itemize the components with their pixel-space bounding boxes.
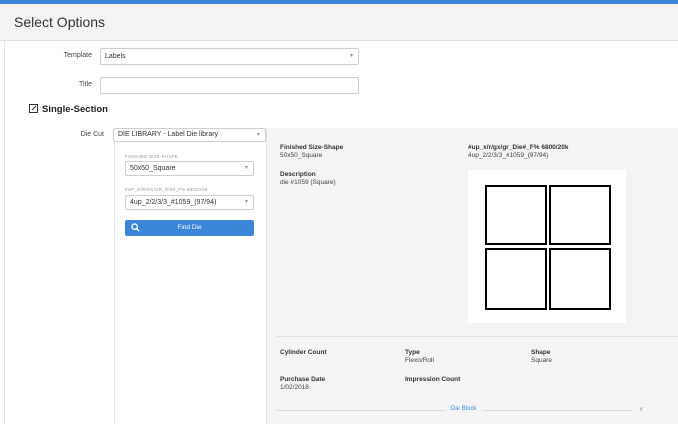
purchase-date-heading: Purchase Date [280,376,326,383]
die-layout-preview [468,170,626,323]
die-heading: #up_x/r/gx/gr_Die#_F% 6800/20k [468,144,569,151]
page-title: Select Options [14,14,106,30]
die-library-select[interactable]: DIE LIBRARY - Label Die library ▾ [113,128,266,142]
template-value: Labels [105,53,126,60]
finished-size-value: 50x50_Square [280,152,323,159]
chevron-down-icon: ▾ [256,132,260,138]
type-value: Flexo/Roll [405,357,434,364]
die-select-value: 4up_2/2/3/3_#1059_(97/94) [130,199,217,206]
edit-icon [29,104,38,113]
finished-size-heading: Finished Size-Shape [280,144,344,151]
title-input[interactable] [100,77,359,94]
footer-rule-left [276,410,446,411]
die-block-link[interactable]: Die Block [451,406,476,412]
chevron-down-icon: ▾ [244,165,248,171]
die-cavity [549,185,611,245]
content-border [4,40,5,424]
die-library-value: DIE LIBRARY - Label Die library [118,131,219,138]
die-search-panel [114,142,268,424]
die-cut-label: Die Cut [80,131,104,138]
purchase-date-value: 1/02/2018 [280,384,309,391]
section-heading: Single-Section [29,104,108,115]
die-value: 4up_2/2/3/3_#1059_(97/94) [468,152,549,159]
search-icon [131,223,140,232]
die-cavity [549,248,611,310]
finished-size-select-value: 50x50_Square [130,165,176,172]
find-die-button[interactable]: Find Die [125,220,254,236]
page-header: Select Options [0,4,678,41]
cylinder-count-heading: Cylinder Count [280,349,327,356]
die-filter-label: #UP_X/R/GX/GR_DIE#_F% 6800/20K [125,187,208,192]
details-divider [276,336,678,337]
footer-rule-right [482,410,632,411]
die-cavity [485,248,547,310]
finished-size-filter-label: FINISHED SIZE-SHAPE [125,154,178,159]
chevron-down-icon: ▾ [349,53,353,59]
template-label: Template [63,52,92,59]
chevron-left-icon[interactable]: ‹ [640,404,643,413]
shape-heading: Shape [531,349,551,356]
description-value: die #1059 (Square) [280,179,336,186]
section-title: Single-Section [42,104,108,115]
chevron-down-icon: ▾ [244,199,248,205]
title-label: Title [79,81,92,88]
impression-count-heading: Impression Count [405,376,461,383]
template-select[interactable]: Labels ▾ [100,48,359,65]
shape-value: Square [531,357,552,364]
type-heading: Type [405,349,420,356]
die-cavity [485,185,547,245]
find-die-label: Find Die [177,224,202,231]
die-select[interactable]: 4up_2/2/3/3_#1059_(97/94) ▾ [125,195,254,210]
description-heading: Description [280,171,316,178]
finished-size-select[interactable]: 50x50_Square ▾ [125,161,254,176]
